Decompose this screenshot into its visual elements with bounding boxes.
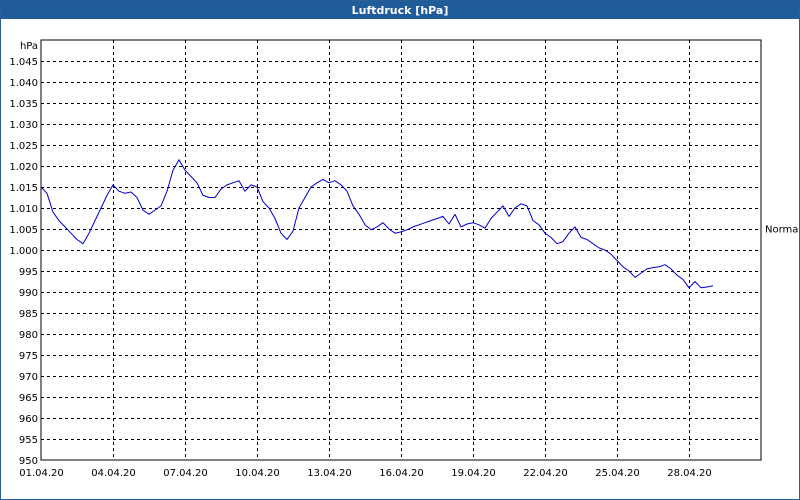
- x-tick-label: 04.04.20: [91, 468, 136, 479]
- x-tick-label: 07.04.20: [163, 468, 208, 479]
- pressure-chart: 950 955 960 965 970 975 980 985 990 995 1.000 1.005…: [9, 39, 799, 479]
- y-tick-label: 995: [19, 267, 38, 278]
- y-tick-label: 1.025: [9, 141, 38, 152]
- x-tick-label: 22.04.20: [523, 468, 568, 479]
- x-tick-label: 25.04.20: [595, 468, 640, 479]
- y-tick-label: 960: [19, 414, 38, 425]
- y-tick-label: 965: [19, 393, 38, 404]
- y-axis-label: hPa: [20, 41, 38, 52]
- y-tick-label: 975: [19, 351, 38, 362]
- y-tick-label: 1.000: [9, 246, 38, 257]
- chart-window: Luftdruck [hPa] 950 955 960 965 970 975 980 985…: [0, 0, 800, 500]
- y-tick-label: 1.020: [9, 162, 38, 173]
- y-tick-label: 970: [19, 372, 38, 383]
- y-tick-label: 1.030: [9, 120, 38, 131]
- y-tick-label: 1.015: [9, 183, 38, 194]
- y-tick-label: 1.045: [9, 57, 38, 68]
- y-tick-label: 990: [19, 288, 38, 299]
- x-tick-label: 01.04.20: [19, 468, 64, 479]
- x-tick-label: 13.04.20: [307, 468, 352, 479]
- x-tick-label: 19.04.20: [451, 468, 496, 479]
- y-tick-label: 1.005: [9, 225, 38, 236]
- y-tick-label: 1.035: [9, 99, 38, 110]
- x-tick-label: 10.04.20: [235, 468, 280, 479]
- y-tick-label: 980: [19, 330, 38, 341]
- x-tick-label: 16.04.20: [379, 468, 424, 479]
- y-tick-label: 985: [19, 309, 38, 320]
- y-tick-label: 955: [19, 435, 38, 446]
- y-tick-label: 1.010: [9, 204, 38, 215]
- x-tick-label: 28.04.20: [667, 468, 712, 479]
- y-tick-label: 1.040: [9, 78, 38, 89]
- reference-label: Normal: [765, 225, 799, 236]
- y-tick-label: 950: [19, 456, 38, 467]
